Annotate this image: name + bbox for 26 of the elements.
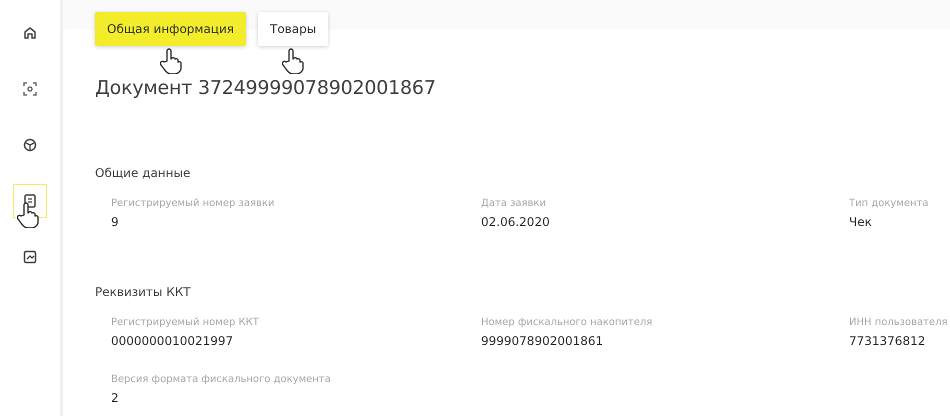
scan-icon <box>23 82 37 96</box>
section-title: Реквизиты ККТ <box>95 285 192 299</box>
field-label: Тип документа <box>849 198 930 209</box>
tab[interactable]: Общая информация <box>95 12 246 46</box>
tab[interactable]: Товары <box>258 12 328 46</box>
hand-cursor-icon <box>17 202 39 228</box>
field-value: 7731376812 <box>849 334 926 348</box>
document-title: Документ 37249999078902001867 <box>95 77 437 99</box>
field-value: 2 <box>111 391 120 405</box>
hand-cursor-icon <box>160 48 182 74</box>
field-value: 02.06.2020 <box>481 215 551 229</box>
field-label: Номер фискального накопителя <box>481 317 654 328</box>
section-title: Общие данные <box>95 166 192 180</box>
field-value: Чек <box>849 215 873 229</box>
chart-icon <box>23 250 37 264</box>
field-value: 9999078902001861 <box>481 334 604 348</box>
box-icon <box>23 138 37 152</box>
field-label: Регистрируемый номер заявки <box>111 198 276 209</box>
field-value: 0000000010021997 <box>111 334 234 348</box>
home-icon <box>23 26 37 40</box>
field-label: Дата заявки <box>481 198 547 209</box>
hand-cursor-icon <box>282 48 304 74</box>
field-label: Регистрируемый номер ККТ <box>111 317 260 328</box>
field-value: 9 <box>111 215 120 229</box>
field-label: Версия формата фискального документа <box>111 374 332 385</box>
field-label: ИНН пользователя <box>849 317 948 328</box>
